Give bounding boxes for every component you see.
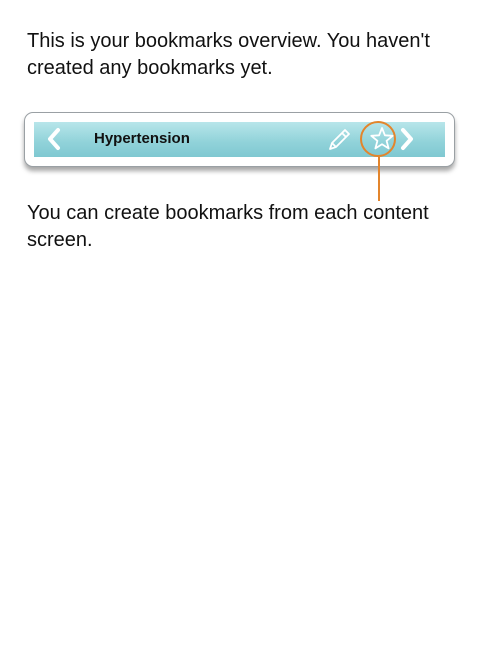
chevron-left-icon[interactable] xyxy=(42,126,68,152)
callout-line xyxy=(378,157,380,201)
bookmarks-empty-message: This is your bookmarks overview. You hav… xyxy=(27,30,430,79)
bookmark-highlight-ring xyxy=(360,121,396,157)
toolbar-title: Hypertension xyxy=(94,130,190,147)
pencil-icon[interactable] xyxy=(326,127,352,153)
chevron-right-icon[interactable] xyxy=(393,126,419,152)
bookmark-hint-message: You can create bookmarks from each conte… xyxy=(27,202,429,251)
